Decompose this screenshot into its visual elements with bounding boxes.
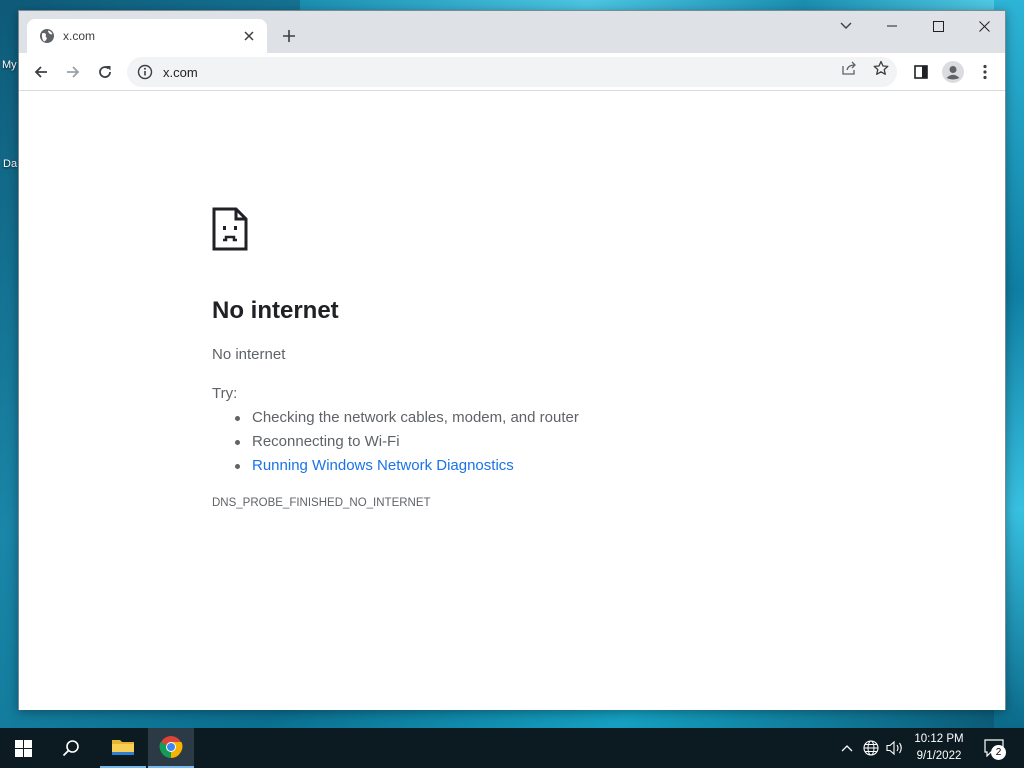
taskbar: 10:12 PM 9/1/2022 2 bbox=[0, 728, 1024, 768]
tab-close-icon[interactable] bbox=[241, 28, 257, 44]
back-button[interactable] bbox=[29, 60, 53, 84]
error-subtitle: No internet bbox=[212, 346, 286, 363]
reload-button[interactable] bbox=[93, 60, 117, 84]
tab-strip: x.com bbox=[19, 11, 1005, 53]
notification-center-icon[interactable]: 2 bbox=[980, 736, 1008, 760]
try-label: Try: bbox=[212, 385, 238, 402]
info-icon[interactable] bbox=[137, 64, 153, 80]
desktop-icon-label-2[interactable]: Da bbox=[3, 158, 17, 170]
error-code: DNS_PROBE_FINISHED_NO_INTERNET bbox=[212, 497, 431, 509]
browser-window: x.com x.com No internet No internet Try:… bbox=[18, 10, 1006, 710]
new-tab-button[interactable] bbox=[277, 24, 301, 48]
search-icon[interactable] bbox=[48, 728, 94, 768]
start-button[interactable] bbox=[0, 728, 46, 768]
side-panel-button[interactable] bbox=[909, 60, 933, 84]
browser-tab[interactable]: x.com bbox=[27, 19, 267, 53]
tab-title: x.com bbox=[63, 29, 96, 43]
bookmark-star-icon[interactable] bbox=[873, 60, 889, 76]
profile-avatar-button[interactable] bbox=[941, 60, 965, 84]
minimize-button[interactable] bbox=[869, 11, 915, 41]
suggestion-item: Reconnecting to Wi-Fi bbox=[232, 433, 579, 457]
desktop-icon-label-1[interactable]: My bbox=[2, 59, 17, 71]
close-window-button[interactable] bbox=[961, 11, 1007, 41]
error-title: No internet bbox=[212, 297, 339, 324]
taskbar-clock[interactable]: 10:12 PM 9/1/2022 bbox=[904, 731, 974, 765]
clock-date: 9/1/2022 bbox=[916, 750, 962, 762]
chevron-up-icon[interactable] bbox=[838, 740, 856, 756]
maximize-button[interactable] bbox=[915, 11, 961, 41]
globe-icon bbox=[39, 28, 55, 44]
share-icon[interactable] bbox=[841, 60, 857, 76]
clock-time: 10:12 PM bbox=[914, 733, 964, 745]
address-bar[interactable]: x.com bbox=[127, 57, 897, 87]
address-url: x.com bbox=[163, 64, 198, 80]
menu-kebab-icon[interactable] bbox=[973, 60, 997, 84]
sad-document-icon bbox=[212, 207, 248, 251]
browser-toolbar: x.com bbox=[19, 53, 1005, 91]
chrome-icon[interactable] bbox=[148, 728, 194, 768]
network-globe-icon[interactable] bbox=[862, 740, 880, 756]
tab-search-button[interactable] bbox=[823, 11, 869, 41]
suggestions-list: Checking the network cables, modem, and … bbox=[232, 409, 579, 481]
suggestion-item: Checking the network cables, modem, and … bbox=[232, 409, 579, 433]
file-explorer-icon[interactable] bbox=[100, 728, 146, 768]
forward-button[interactable] bbox=[61, 60, 85, 84]
notification-count-badge: 2 bbox=[991, 745, 1006, 760]
page-content: No internet No internet Try: Checking th… bbox=[19, 92, 1005, 710]
volume-icon[interactable] bbox=[886, 740, 904, 756]
network-diagnostics-link[interactable]: Running Windows Network Diagnostics bbox=[232, 457, 579, 481]
